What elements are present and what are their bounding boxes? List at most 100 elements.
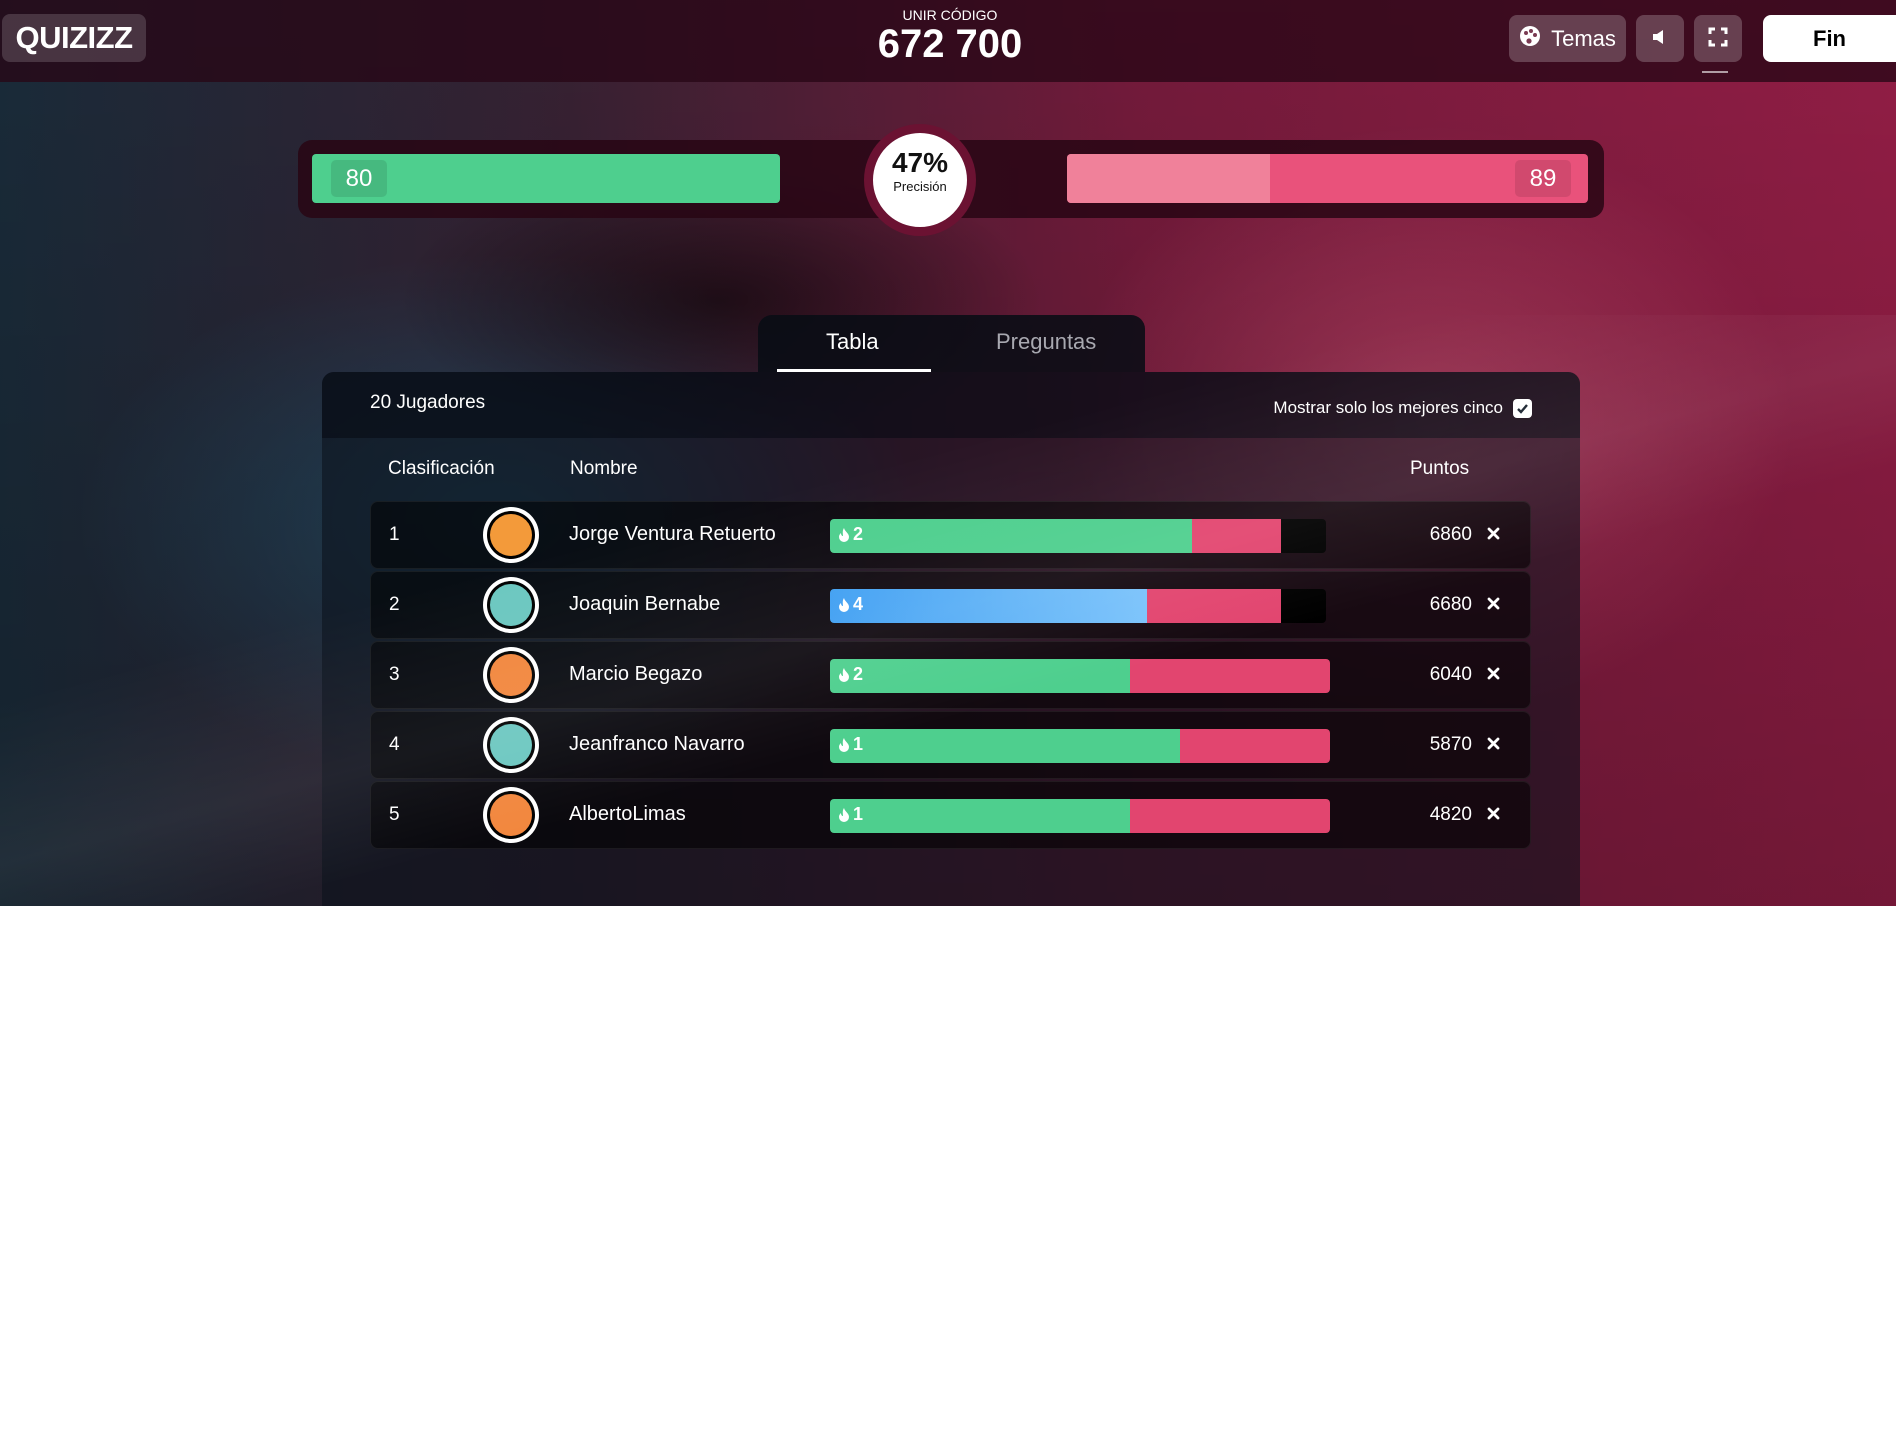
table-row[interactable]: 2 Joaquin Bernabe 4 6680 xyxy=(370,571,1531,639)
player-points: 6680 xyxy=(1429,594,1472,615)
table-row[interactable]: 1 Jorge Ventura Retuerto 2 6860 xyxy=(370,501,1531,569)
flame-icon xyxy=(839,807,849,822)
fullscreen-button[interactable] xyxy=(1694,15,1742,62)
score-bar: 1 xyxy=(830,799,1330,833)
player-name: AlbertoLimas xyxy=(569,803,686,825)
game-background: QUIZIZZ UNIR CÓDIGO 672 700 Temas Fin 80… xyxy=(0,0,1896,906)
avatar xyxy=(483,507,539,563)
top-five-checkbox[interactable] xyxy=(1513,398,1532,418)
tab-bar: Tabla Preguntas xyxy=(758,315,1145,372)
player-points: 4820 xyxy=(1429,804,1472,825)
accuracy-circle: 47% Precisión xyxy=(864,124,976,236)
end-button[interactable]: Fin xyxy=(1763,15,1896,62)
score-bar: 2 xyxy=(830,659,1330,693)
avatar xyxy=(483,577,539,633)
incorrect-segment xyxy=(1180,729,1330,763)
rank-number: 1 xyxy=(389,524,400,545)
streak-badge: 2 xyxy=(838,664,863,685)
top-bar: QUIZIZZ UNIR CÓDIGO 672 700 Temas Fin xyxy=(0,0,1896,82)
check-icon xyxy=(1517,403,1528,414)
speaker-icon xyxy=(1651,28,1669,50)
player-name: Joaquin Bernabe xyxy=(569,593,721,615)
correct-segment xyxy=(830,519,1192,553)
avatar xyxy=(483,717,539,773)
rank-number: 3 xyxy=(389,664,400,685)
quizizz-logo[interactable]: QUIZIZZ xyxy=(2,14,146,62)
correct-segment xyxy=(830,799,1130,833)
top-five-label: Mostrar solo los mejores cinco xyxy=(1273,398,1503,417)
score-bar: 1 xyxy=(830,729,1330,763)
streak-badge: 1 xyxy=(838,734,863,755)
streak-count: 1 xyxy=(853,734,864,754)
avatar xyxy=(483,647,539,703)
incorrect-bar xyxy=(1067,154,1588,203)
streak-count: 4 xyxy=(853,594,864,614)
players-count: 20 Jugadores xyxy=(370,392,486,413)
rank-number: 4 xyxy=(389,734,400,755)
column-header-name: Nombre xyxy=(570,458,638,479)
remove-player-button[interactable] xyxy=(1483,523,1503,543)
table-row[interactable]: 5 AlbertoLimas 1 4820 xyxy=(370,781,1531,849)
score-bar: 2 xyxy=(830,519,1326,553)
close-icon xyxy=(1487,737,1499,749)
sound-button[interactable] xyxy=(1636,15,1684,62)
incorrect-segment xyxy=(1147,589,1281,623)
avatar xyxy=(483,787,539,843)
streak-badge: 1 xyxy=(838,804,863,825)
fullscreen-indicator xyxy=(1702,71,1728,73)
table-row[interactable]: 4 Jeanfranco Navarro 1 5870 xyxy=(370,711,1531,779)
player-points: 5870 xyxy=(1429,734,1472,755)
streak-badge: 4 xyxy=(838,594,863,615)
player-name: Jeanfranco Navarro xyxy=(569,733,745,755)
themes-button[interactable]: Temas xyxy=(1509,15,1626,62)
player-name: Marcio Begazo xyxy=(569,663,703,685)
leaderboard-panel: 20 Jugadores Mostrar solo los mejores ci… xyxy=(322,372,1580,906)
correct-segment xyxy=(830,589,1147,623)
rank-number: 2 xyxy=(389,594,400,615)
correct-count: 80 xyxy=(331,160,387,197)
flame-icon xyxy=(839,597,849,612)
player-points: 6040 xyxy=(1429,664,1472,685)
streak-count: 2 xyxy=(853,524,864,544)
remove-player-button[interactable] xyxy=(1483,663,1503,683)
incorrect-segment xyxy=(1192,519,1281,553)
incorrect-bar-highlight xyxy=(1067,154,1270,203)
incorrect-segment xyxy=(1130,799,1330,833)
flame-icon xyxy=(839,737,849,752)
remove-player-button[interactable] xyxy=(1483,593,1503,613)
top-five-toggle[interactable]: Mostrar solo los mejores cinco xyxy=(1273,398,1532,418)
column-header-points: Puntos xyxy=(1410,458,1470,479)
streak-count: 1 xyxy=(853,804,864,824)
join-code-label: UNIR CÓDIGO xyxy=(902,7,998,23)
join-code: 672 700 xyxy=(877,22,1023,66)
rank-number: 5 xyxy=(389,804,400,825)
accuracy-label: Precisión xyxy=(893,179,947,194)
table-row[interactable]: 3 Marcio Begazo 2 6040 xyxy=(370,641,1531,709)
incorrect-segment xyxy=(1130,659,1330,693)
streak-badge: 2 xyxy=(838,524,863,545)
leaderboard-header: 20 Jugadores Mostrar solo los mejores ci… xyxy=(322,372,1580,438)
close-icon xyxy=(1487,527,1499,539)
close-icon xyxy=(1487,807,1499,819)
close-icon xyxy=(1487,597,1499,609)
player-points: 6860 xyxy=(1429,524,1472,545)
palette-icon xyxy=(1519,25,1541,53)
flame-icon xyxy=(839,527,849,542)
correct-segment xyxy=(830,729,1180,763)
correct-segment xyxy=(830,659,1130,693)
remove-player-button[interactable] xyxy=(1483,803,1503,823)
incorrect-count: 89 xyxy=(1515,160,1571,197)
flame-icon xyxy=(839,667,849,682)
tab-questions[interactable]: Preguntas xyxy=(996,329,1096,355)
close-icon xyxy=(1487,667,1499,679)
themes-label: Temas xyxy=(1551,25,1616,51)
score-bar: 4 xyxy=(830,589,1326,623)
column-header-rank: Clasificación xyxy=(388,458,495,479)
player-name: Jorge Ventura Retuerto xyxy=(569,523,776,545)
tab-table[interactable]: Tabla xyxy=(826,329,879,355)
streak-count: 2 xyxy=(853,664,864,684)
remove-player-button[interactable] xyxy=(1483,733,1503,753)
active-tab-indicator xyxy=(777,369,931,372)
fullscreen-icon xyxy=(1708,27,1728,51)
accuracy-percent: 47% xyxy=(891,147,949,178)
